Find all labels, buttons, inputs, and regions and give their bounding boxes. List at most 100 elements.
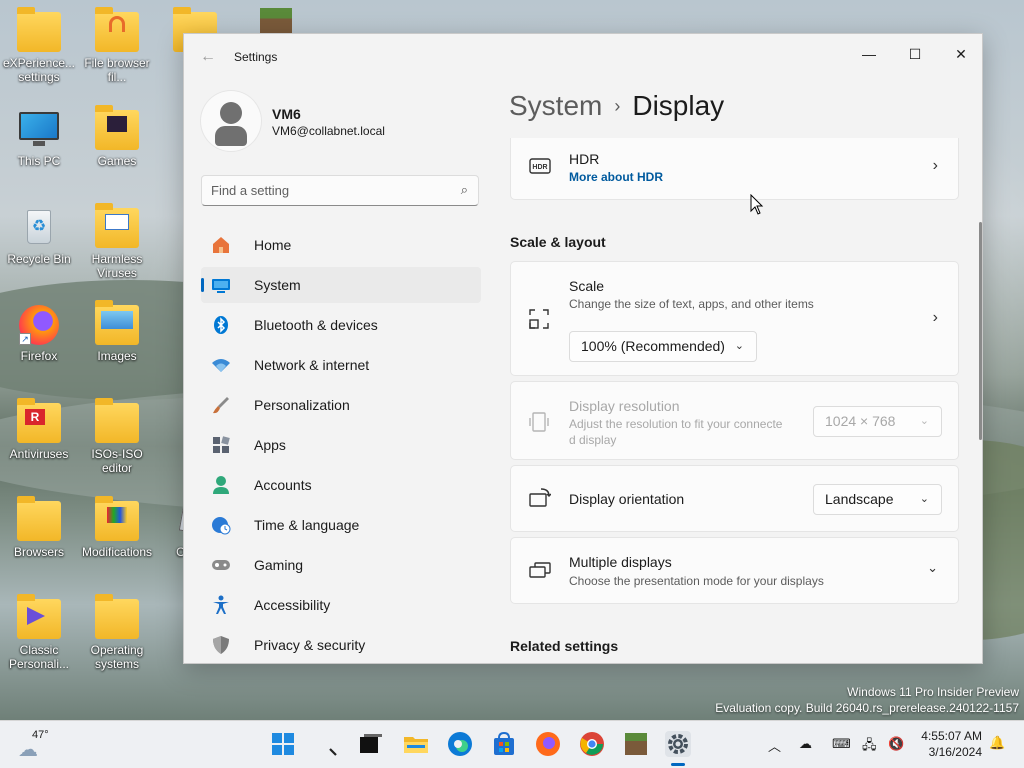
desktop-icon-label: Operating systems [90, 643, 144, 671]
display-resolution-description: Adjust the resolution to fit your connec… [569, 417, 783, 431]
chevron-up-icon[interactable]: ︿ [768, 736, 781, 755]
store-icon[interactable] [491, 731, 517, 757]
desktop-icon-label: Firefox [20, 349, 58, 363]
sidebar-item-apps[interactable]: Apps [201, 427, 481, 463]
folder-icon [95, 300, 139, 345]
edge-icon[interactable] [447, 731, 473, 757]
title-bar[interactable]: ← Settings — ☐ ✕ [184, 34, 982, 80]
desktop-icon-antiviruses[interactable]: R Antiviruses [1, 398, 77, 461]
sidebar-item-personalization[interactable]: Personalization [201, 387, 481, 423]
weather-widget[interactable]: ☁ 47° [14, 729, 54, 761]
mouse-cursor-icon [750, 193, 764, 221]
display-resolution-title: Display resolution [569, 398, 680, 414]
desktop-icon-this-pc[interactable]: This PC [1, 110, 77, 168]
chevron-down-icon: ⌄ [919, 493, 929, 505]
folder-icon [17, 594, 61, 639]
maximize-button[interactable]: ☐ [892, 40, 938, 70]
desktop-icon-classic-personalization[interactable]: Classic Personali... [1, 594, 77, 671]
folder-icon [95, 203, 139, 248]
sidebar-item-label: Apps [254, 437, 286, 453]
firefox-icon: ↗ [17, 305, 61, 345]
desktop-icon-label: Harmless Viruses [91, 252, 143, 280]
sidebar-item-home[interactable]: Home [201, 227, 481, 263]
search-box[interactable]: ⌕ [201, 175, 479, 206]
desktop-icon-label: File browser fil... [84, 56, 150, 84]
brush-icon [211, 395, 231, 415]
firefox-icon[interactable] [535, 731, 561, 757]
desktop-icon-file-browser[interactable]: File browser fil... [79, 7, 155, 84]
volume-mute-icon[interactable]: 🔇 [888, 736, 904, 752]
search-icon: ⌕ [460, 182, 468, 197]
onedrive-icon[interactable]: ☁ [799, 736, 812, 752]
desktop-icon-label: Modifications [81, 545, 153, 559]
keyboard-icon[interactable]: ⌨ [832, 736, 851, 752]
notification-bell-icon[interactable]: 🔔 [989, 735, 1005, 751]
minimize-button[interactable]: — [846, 40, 892, 70]
sidebar-item-bluetooth[interactable]: Bluetooth & devices [201, 307, 481, 343]
desktop-icon-operating-systems[interactable]: Operating systems [79, 594, 155, 671]
system-icon [211, 275, 231, 295]
desktop-icon-experience-settings[interactable]: eXPerience... settings [1, 7, 77, 84]
desktop-icon-recycle-bin[interactable]: ♻ Recycle Bin [1, 208, 77, 266]
app-title: Settings [234, 50, 278, 64]
scrollbar[interactable] [979, 222, 982, 440]
breadcrumb-parent[interactable]: System [509, 90, 602, 121]
file-explorer-icon[interactable] [403, 731, 429, 757]
search-input[interactable] [202, 176, 442, 205]
desktop-icon-label: Recycle Bin [7, 252, 71, 266]
desktop-icon-games[interactable]: Games [79, 105, 155, 168]
minecraft-block-icon [250, 4, 292, 34]
clock-time: 4:55:07 AM [921, 729, 982, 743]
settings-window: ← Settings — ☐ ✕ VM6 VM6@collabnet.local… [183, 33, 983, 664]
close-button[interactable]: ✕ [938, 40, 982, 70]
network-icon[interactable]: 🖧 [862, 736, 877, 758]
terminal-icon[interactable] [358, 731, 384, 757]
search-app-icon[interactable] [320, 737, 340, 757]
more-about-hdr-link[interactable]: More about HDR [569, 170, 663, 184]
display-orientation-title: Display orientation [569, 491, 685, 507]
sidebar-item-accessibility[interactable]: Accessibility [201, 587, 481, 623]
sidebar-item-label: Time & language [254, 517, 360, 533]
settings-app-icon[interactable] [665, 731, 691, 757]
sidebar-item-system[interactable]: System [201, 267, 481, 303]
shield-icon [211, 635, 231, 655]
multiple-displays-card[interactable]: Multiple displays Choose the presentatio… [510, 537, 959, 604]
sidebar-item-privacy-security[interactable]: Privacy & security [201, 627, 481, 663]
multiple-displays-icon [529, 562, 551, 584]
clock[interactable]: 4:55:07 AM 3/16/2024 [912, 728, 982, 760]
minecraft-icon[interactable] [623, 731, 649, 757]
desktop-icon-browsers[interactable]: Browsers [1, 496, 77, 559]
hdr-card[interactable]: HDR HDR More about HDR › [510, 138, 959, 200]
breadcrumb-chevron-icon: › [614, 96, 621, 116]
back-arrow-icon[interactable]: ← [200, 48, 216, 66]
chrome-icon[interactable] [579, 731, 605, 757]
avatar[interactable] [201, 91, 261, 151]
start-icon[interactable] [270, 731, 296, 757]
sidebar-item-network[interactable]: Network & internet [201, 347, 481, 383]
clock-date: 3/16/2024 [928, 745, 982, 759]
desktop-icon-firefox[interactable]: ↗ Firefox [1, 305, 77, 363]
weather-temperature: 47° [32, 729, 49, 741]
sidebar-item-gaming[interactable]: Gaming [201, 547, 481, 583]
scale-dropdown[interactable]: 100% (Recommended) ⌄ [569, 331, 757, 362]
desktop-icon-label: Games [97, 154, 137, 168]
display-resolution-value: 1024 × 768 [825, 413, 896, 429]
desktop-icon-images[interactable]: Images [79, 300, 155, 363]
scale-card[interactable]: Scale Change the size of text, apps, and… [510, 261, 959, 376]
close-icon: ✕ [955, 46, 967, 62]
display-resolution-dropdown: 1024 × 768 ⌄ [813, 406, 942, 437]
sidebar-item-label: Home [254, 237, 292, 253]
sidebar-item-accounts[interactable]: Accounts [201, 467, 481, 503]
taskbar: ☁ 47° ︿ ☁ ⌨ 🖧 🔇 4:55:07 AM 3/16/2024 🔔 [0, 720, 1024, 768]
display-orientation-dropdown[interactable]: Landscape ⌄ [813, 484, 942, 515]
desktop-icon-isos-iso-editor[interactable]: ISOs-ISO editor [79, 398, 155, 475]
maximize-icon: ☐ [908, 46, 922, 62]
desktop-icon-harmless-viruses[interactable]: Harmless Viruses [79, 203, 155, 280]
profile-email: VM6@collabnet.local [272, 124, 385, 138]
watermark-line-2: Evaluation copy. Build 26040.rs_prerelea… [715, 701, 1019, 715]
accounts-icon [211, 475, 231, 495]
sidebar-item-time-language[interactable]: Time & language [201, 507, 481, 543]
sidebar-item-label: Personalization [254, 397, 350, 413]
desktop-icon-modifications[interactable]: Modifications [79, 496, 155, 559]
active-app-indicator [671, 763, 685, 766]
